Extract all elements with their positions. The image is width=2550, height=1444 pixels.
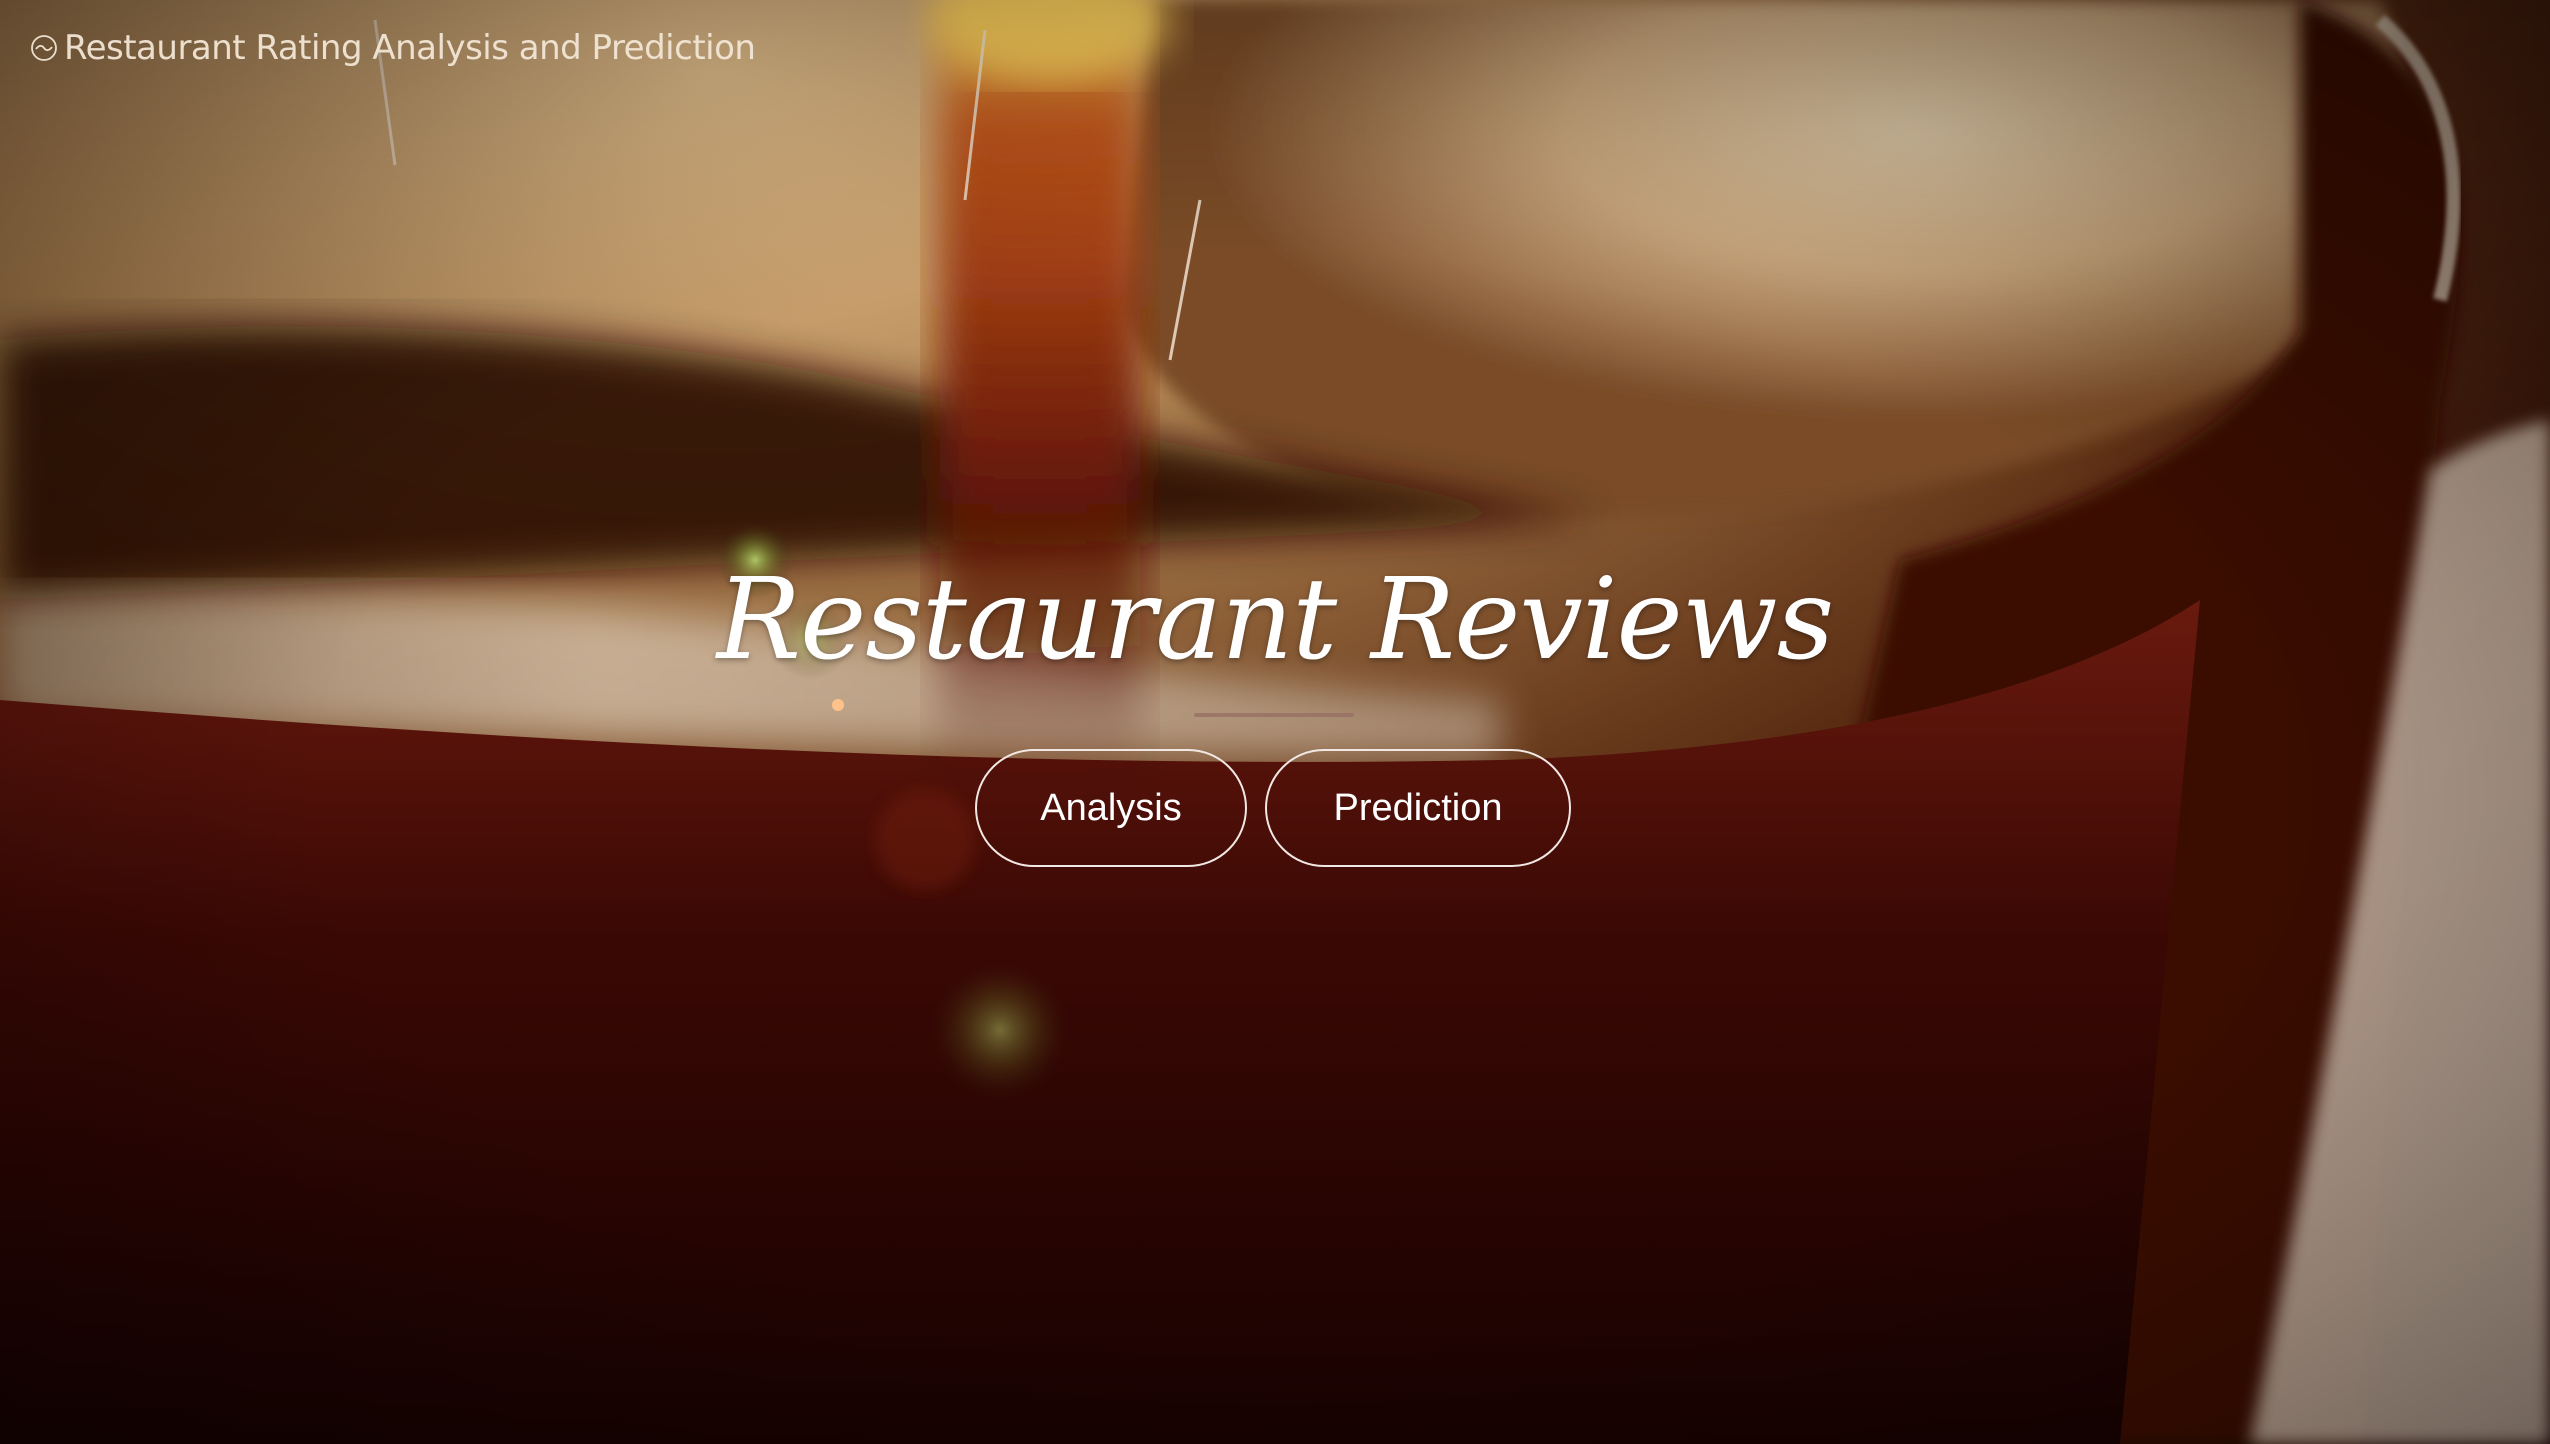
- prediction-button[interactable]: Prediction: [1265, 749, 1571, 867]
- hero-title: Restaurant Reviews: [716, 555, 1834, 685]
- hero-background-image: [0, 0, 2550, 1444]
- hero-section: Restaurant Rating Analysis and Predictio…: [0, 0, 2550, 1444]
- analysis-button[interactable]: Analysis: [975, 749, 1247, 867]
- title-divider: [1194, 713, 1354, 717]
- brand-title: Restaurant Rating Analysis and Predictio…: [64, 28, 756, 68]
- circle-wave-icon: [30, 34, 58, 62]
- brand-link[interactable]: Restaurant Rating Analysis and Predictio…: [30, 28, 756, 68]
